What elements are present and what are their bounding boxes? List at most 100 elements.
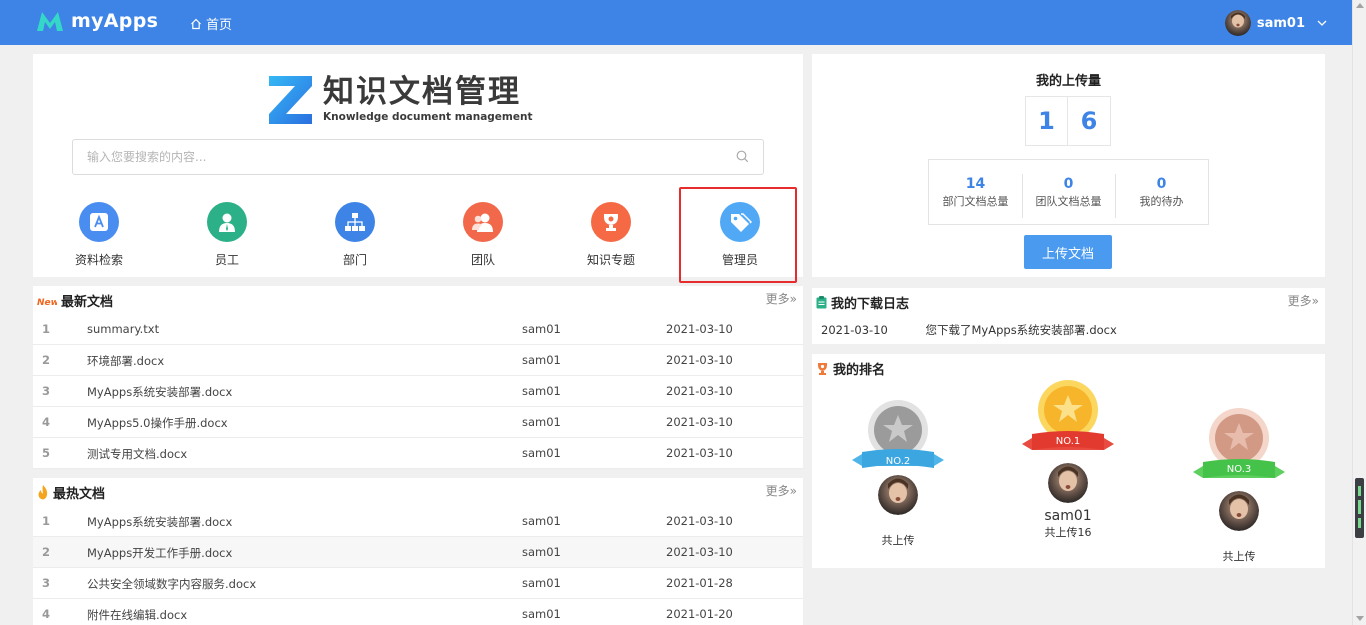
shortcut-team[interactable]: 团队 [433,202,533,268]
doc-name[interactable]: 公共安全领域数字内容服务.docx [87,576,256,592]
doc-date: 2021-01-20 [666,607,733,621]
search-input[interactable] [73,140,713,174]
table-row[interactable]: 2 环境部署.docx sam01 2021-03-10 [33,345,803,376]
avatar [878,475,918,515]
nav-home-label: 首页 [206,18,233,33]
highlight-annotation-box [679,187,797,283]
doc-user: sam01 [522,545,561,559]
shortcut-department[interactable]: 部门 [305,202,405,268]
app-logo[interactable]: myApps [35,9,158,33]
shortcut-document-search[interactable]: 资料检索 [49,202,149,268]
page-scrollbar[interactable] [1352,0,1366,625]
new-badge-icon: New [37,298,57,307]
team-icon [472,213,493,232]
home-icon [191,18,201,29]
latest-documents-panel: New 最新文档 更多» 1 summary.txt sam01 2021-03-10… [33,286,803,469]
latest-more-link[interactable]: 更多» [766,290,797,307]
trophy-icon [604,214,618,231]
table-row[interactable]: 3 MyApps系统安装部署.docx sam01 2021-03-10 [33,376,803,407]
table-row[interactable]: 4 MyApps5.0操作手册.docx sam01 2021-03-10 [33,407,803,438]
table-row[interactable]: 3 公共安全领域数字内容服务.docx sam01 2021-01-28 [33,568,803,599]
app-name: myApps [71,10,159,32]
latest-documents-title: 最新文档 [61,295,114,310]
brand-header: 知识文档管理 Knowledge document management [266,72,532,126]
shortcut-label: 员工 [214,253,239,267]
doc-user: sam01 [522,514,561,528]
double-chevron-right-icon: » [1311,294,1319,308]
row-index: 2 [42,545,51,559]
doc-name[interactable]: 测试专用文档.docx [87,446,187,462]
log-text: 您下载了MyApps系统安装部署.docx [925,323,1117,337]
table-row[interactable]: 5 测试专用文档.docx sam01 2021-03-10 [33,438,803,469]
hot-documents-panel: 最热文档 更多» 1 MyApps系统安装部署.docx sam01 2021-03-… [33,478,803,625]
hot-more-link[interactable]: 更多» [766,482,797,499]
shortcut-employee[interactable]: 员工 [177,202,277,268]
stat-team-docs[interactable]: 0 团队文档总量 [1022,173,1115,218]
team-icon-badge [463,202,503,242]
search-icon[interactable] [736,150,749,163]
top-navigation-bar: myApps 首页 sam01 [0,0,1352,45]
rank-badge-text: NO.3 [1227,464,1252,475]
document-search-icon [90,213,108,231]
ranking-panel: 我的排名 NO.2 共上传 NO.1 sam01 共上传16 NO.3 共上传 [812,354,1325,568]
user-menu[interactable]: sam01 [1224,10,1327,36]
doc-date: 2021-03-10 [666,353,733,367]
ranking-header: 我的排名 [816,359,885,378]
trophy-icon-badge [591,202,631,242]
upload-document-button[interactable]: 上传文档 [1024,235,1112,269]
scroll-down-arrow-icon[interactable] [1356,616,1364,621]
double-chevron-right-icon: » [789,484,797,498]
table-row[interactable]: 1 summary.txt sam01 2021-03-10 [33,314,803,345]
doc-name[interactable]: MyApps5.0操作手册.docx [87,415,228,431]
search-box [72,139,764,175]
stat-value: 0 [1063,175,1074,192]
stat-department-docs[interactable]: 14 部门文档总量 [929,176,1022,209]
upload-count: 共上传 [881,534,915,547]
scroll-up-arrow-icon[interactable] [1356,3,1364,8]
scrollbar-thumb[interactable] [1355,478,1364,538]
doc-name[interactable]: MyApps系统安装部署.docx [87,384,232,400]
doc-name[interactable]: summary.txt [87,322,159,336]
gold-medal-icon: NO.1 [1022,380,1114,450]
doc-name[interactable]: MyApps开发工作手册.docx [87,545,232,561]
document-search-icon-badge [79,202,119,242]
more-label: 更多 [765,292,790,306]
table-row[interactable]: 1 MyApps系统安装部署.docx sam01 2021-03-10 [33,506,803,537]
doc-name[interactable]: 附件在线编辑.docx [87,607,187,623]
org-chart-icon [345,213,365,231]
doc-date: 2021-03-10 [666,415,733,429]
download-log-more-link[interactable]: 更多» [1288,292,1319,309]
rank-badge-text: NO.1 [1056,436,1081,447]
shortcut-label: 部门 [342,253,367,267]
document-stats: 14 部门文档总量 0 团队文档总量 0 我的待办 [928,159,1209,225]
row-index: 1 [42,322,51,336]
double-chevron-right-icon: » [789,292,797,306]
doc-user: sam01 [522,576,561,590]
org-chart-icon-badge [335,202,375,242]
username: sam01 [1256,15,1305,31]
doc-name[interactable]: MyApps系统安装部署.docx [87,514,232,530]
list-item[interactable]: 2021-03-10 您下载了MyApps系统安装部署.docx [821,322,1117,338]
brand-subtitle: Knowledge document management [323,111,533,123]
clipboard-icon [816,296,827,309]
flame-icon [38,485,48,500]
myapps-logo-icon [37,12,63,31]
stat-label: 我的待办 [1139,194,1184,208]
doc-user: sam01 [522,415,561,429]
rank-badge-text: NO.2 [886,456,911,467]
nav-home-link[interactable]: 首页 [190,14,232,33]
table-row[interactable]: 4 附件在线编辑.docx sam01 2021-01-20 [33,599,803,625]
stat-my-todos[interactable]: 0 我的待办 [1115,173,1208,218]
table-row[interactable]: 2 MyApps开发工作手册.docx sam01 2021-03-10 [33,537,803,568]
download-log-header: 我的下载日志 [816,293,909,312]
shortcut-knowledge-topic[interactable]: 知识专题 [561,202,661,268]
bronze-medal-icon: NO.3 [1193,408,1285,478]
avatar [1219,491,1259,531]
rank-username: sam01 [1044,508,1092,524]
doc-user: sam01 [522,607,561,621]
download-log-title: 我的下载日志 [831,297,910,312]
doc-date: 2021-03-10 [666,545,733,559]
my-uploads-panel: 我的上传量 1 6 14 部门文档总量 0 团队文档总量 0 我的待办 上传文档 [812,54,1325,277]
doc-name[interactable]: 环境部署.docx [87,353,164,369]
upload-count: 共上传 [1222,550,1256,563]
